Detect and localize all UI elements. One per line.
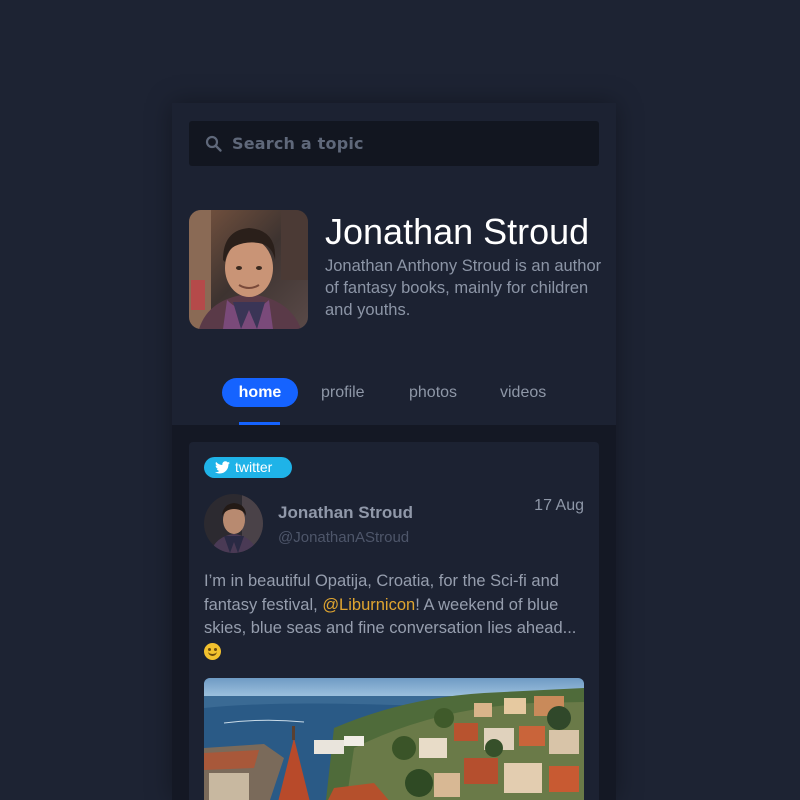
- source-label: twitter: [235, 459, 273, 475]
- tab-videos[interactable]: videos: [500, 378, 546, 407]
- smiling-face-icon: [204, 642, 221, 660]
- twitter-bird-icon: [215, 461, 230, 474]
- search-input[interactable]: Search a topic: [232, 121, 364, 166]
- post-photo[interactable]: [204, 678, 584, 800]
- post-card[interactable]: twitter Jonathan Stroud @JonathanAStroud…: [189, 442, 599, 800]
- post-author-handle[interactable]: @JonathanAStroud: [278, 529, 409, 546]
- search-bar[interactable]: Search a topic: [189, 121, 599, 166]
- post-date: 17 Aug: [534, 497, 584, 514]
- post-mention-link[interactable]: @Liburnicon: [322, 596, 415, 614]
- active-tab-indicator: [239, 422, 280, 425]
- profile-header: Search a topic Jonathan Stroud Jonathan …: [172, 103, 616, 425]
- source-badge[interactable]: twitter: [204, 457, 292, 478]
- tab-photos[interactable]: photos: [409, 378, 457, 407]
- tab-profile[interactable]: profile: [321, 378, 365, 407]
- profile-name: Jonathan Stroud: [325, 211, 590, 252]
- post-author-name[interactable]: Jonathan Stroud: [278, 503, 413, 523]
- profile-avatar: [189, 210, 308, 329]
- search-icon: [205, 135, 222, 152]
- profile-panel: Search a topic Jonathan Stroud Jonathan …: [172, 103, 616, 800]
- post-body: I’m in beautiful Opatija, Croatia, for t…: [204, 570, 589, 664]
- profile-tabs: home profile photos videos: [172, 378, 616, 425]
- profile-bio: Jonathan Anthony Stroud is an author of …: [325, 257, 602, 319]
- tab-home[interactable]: home: [222, 378, 298, 407]
- post-author-avatar[interactable]: [204, 494, 263, 553]
